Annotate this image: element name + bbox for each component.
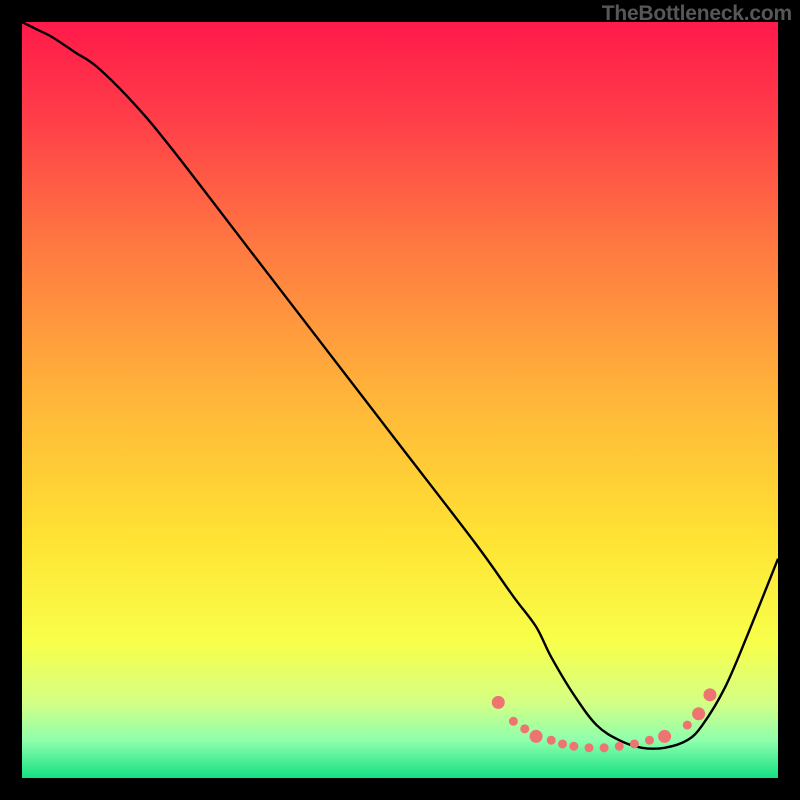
- chart-frame: [22, 22, 778, 778]
- data-marker: [615, 742, 624, 751]
- chart-background: [22, 22, 778, 778]
- data-marker: [569, 742, 578, 751]
- data-marker: [630, 739, 639, 748]
- data-marker: [683, 721, 692, 730]
- data-marker: [703, 688, 716, 701]
- data-marker: [645, 736, 654, 745]
- data-marker: [600, 743, 609, 752]
- data-marker: [558, 739, 567, 748]
- data-marker: [509, 717, 518, 726]
- data-marker: [530, 730, 543, 743]
- data-marker: [492, 696, 505, 709]
- data-marker: [520, 724, 529, 733]
- data-marker: [692, 707, 705, 720]
- data-marker: [658, 730, 671, 743]
- data-marker: [547, 736, 556, 745]
- chart-plot: [22, 22, 778, 778]
- data-marker: [585, 743, 594, 752]
- watermark-text: TheBottleneck.com: [602, 2, 792, 26]
